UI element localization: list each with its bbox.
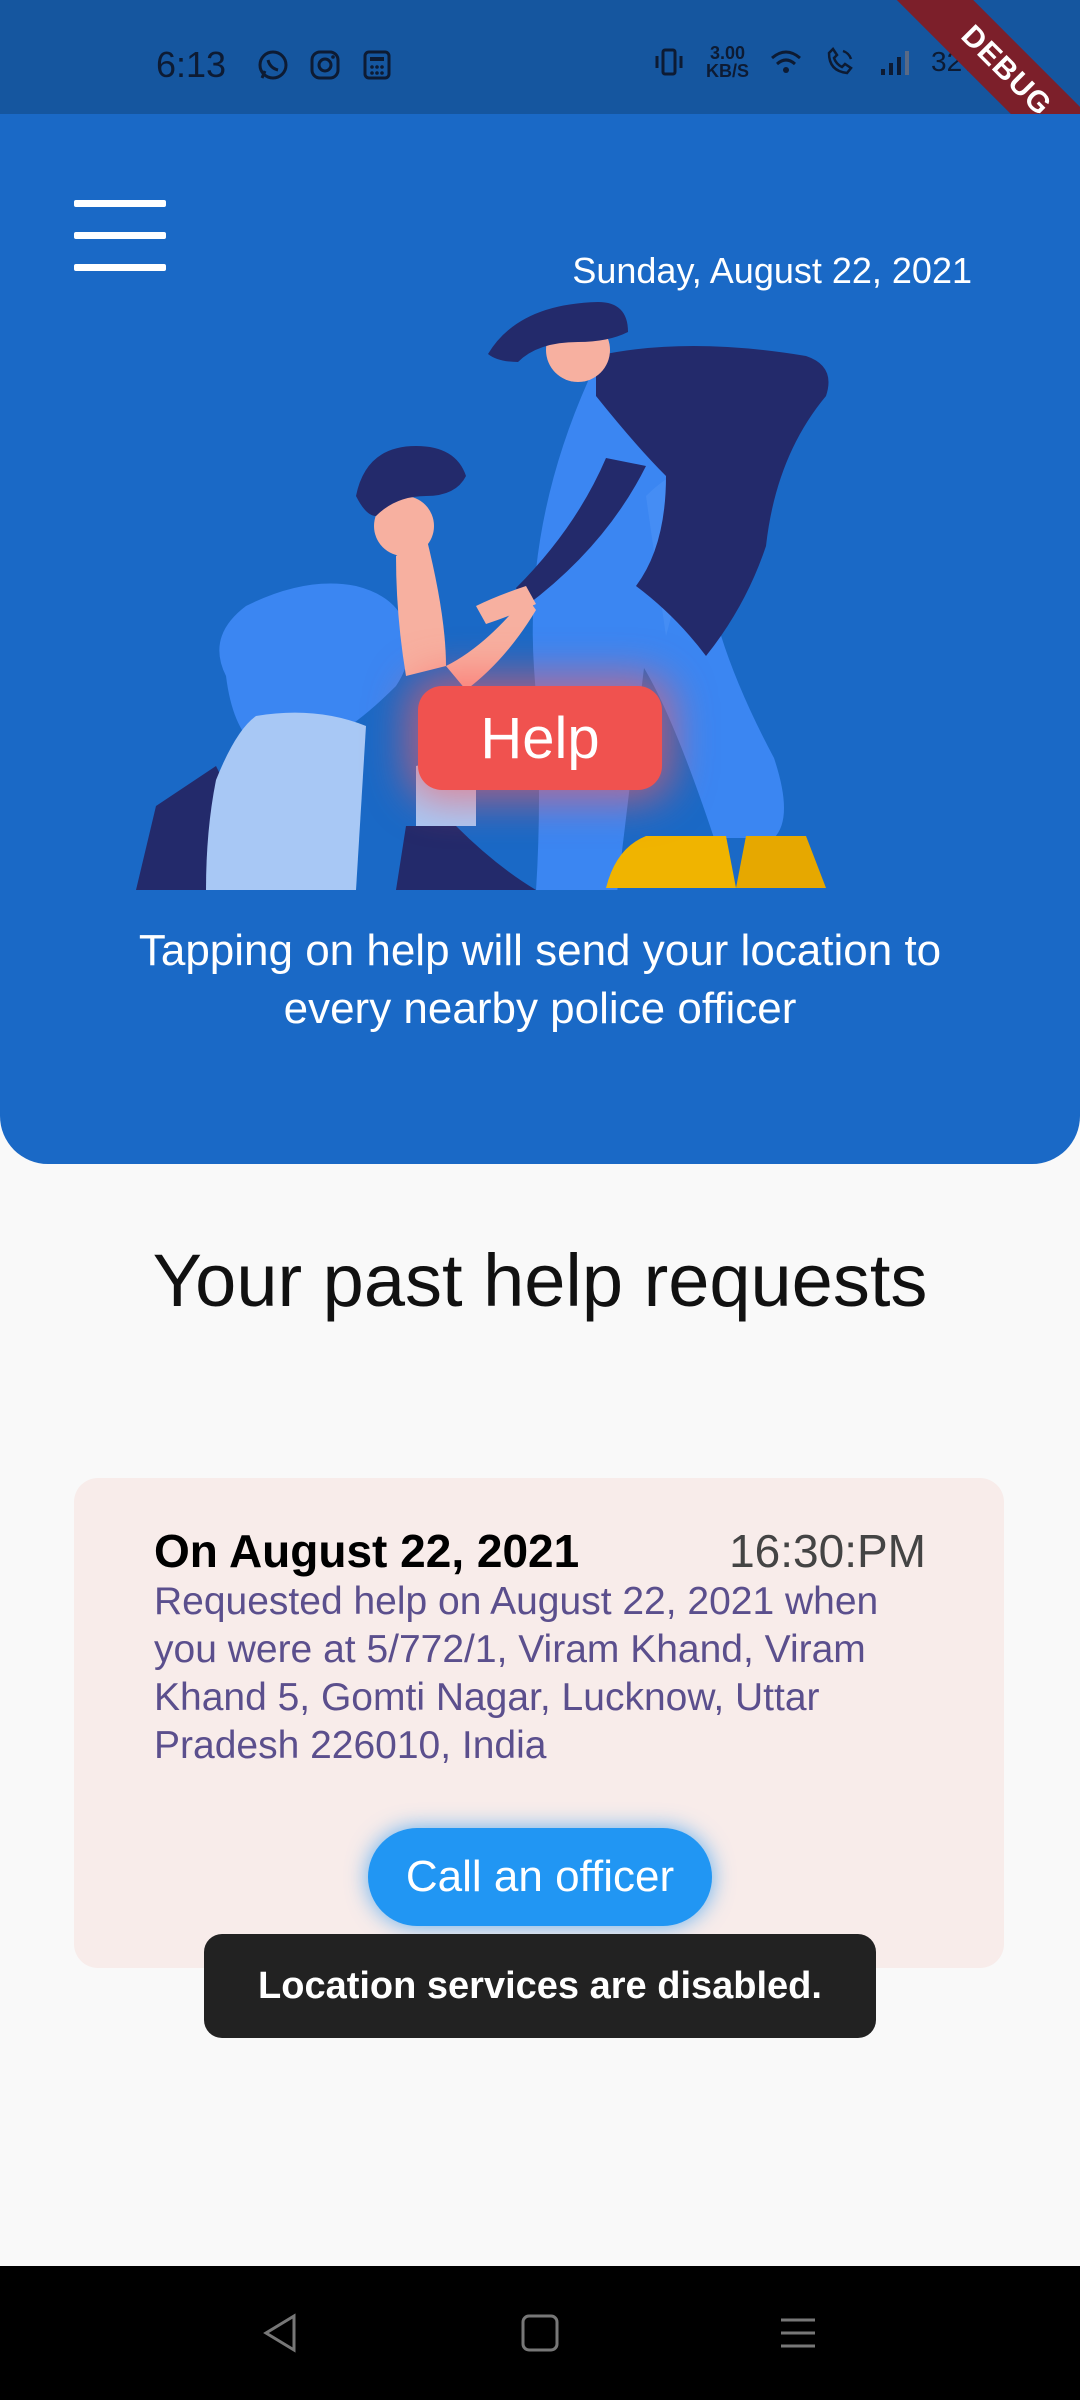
speed-unit: KB/S [706,61,750,81]
helping-person-illustration [136,302,829,890]
whatsapp-icon [258,50,288,80]
calculator-icon [363,50,391,80]
request-time: 16:30:PM [729,1525,926,1577]
location-disabled-toast: Location services are disabled. [204,1934,876,2038]
call-officer-button[interactable]: Call an officer [368,1828,712,1926]
status-bar: 6:13 3.00 KB/S 32% [0,0,1080,114]
navigation-bar [0,2266,1080,2400]
past-requests-title: Your past help requests [152,1239,928,1322]
speed-value: 3.00 [709,43,746,63]
menu-icon-bar-middle [74,232,166,239]
battery-level: 32% [931,46,988,77]
menu-button[interactable] [74,200,166,272]
request-description: Requested help on August 22, 2021 when y… [154,1580,879,1767]
wifi-calling-icon [827,47,853,75]
help-request-card: On August 22, 2021 16:30:PM Requested he… [74,1478,1004,1968]
recent-apps-icon[interactable] [771,2306,825,2360]
current-date: Sunday, August 22, 2021 [572,250,972,291]
help-caption: Tapping on help will send your location … [138,926,942,1033]
system-icons: 3.00 KB/S 32% [652,44,987,80]
help-button[interactable]: Help [418,686,662,790]
wifi-icon [771,50,801,73]
notification-icons [256,48,394,82]
network-speed: 3.00 KB/S [706,44,749,80]
vibrate-icon [655,48,683,76]
status-time: 6:13 [156,44,227,85]
request-date: On August 22, 2021 [154,1525,580,1577]
back-icon[interactable] [254,2306,308,2360]
home-icon[interactable] [513,2306,567,2360]
menu-icon-bar-bottom [74,264,166,271]
signal-icon [881,51,910,75]
menu-icon [74,200,166,207]
instagram-icon [310,50,340,80]
